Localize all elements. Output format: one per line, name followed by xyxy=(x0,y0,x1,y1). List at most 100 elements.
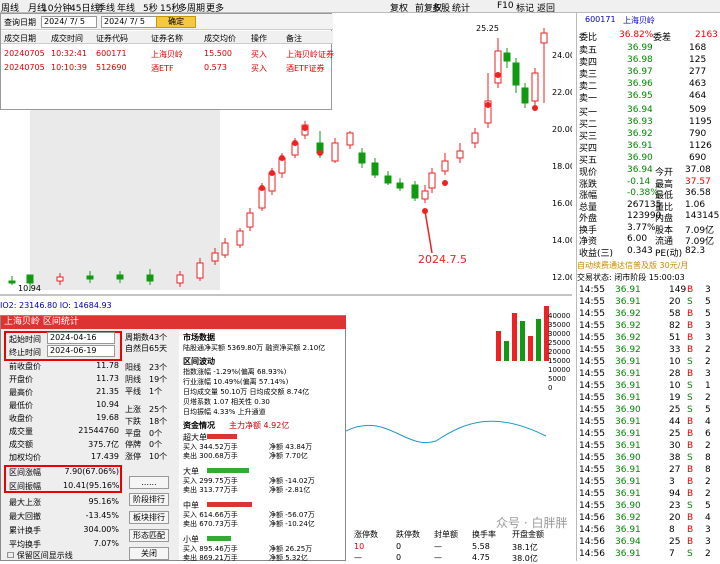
weibi-row: 委比 36.82% 委差 2163 xyxy=(577,30,720,43)
tick-row: 14:55 36.91 94 B 2 xyxy=(577,489,720,501)
stat-value: 7.07% xyxy=(93,539,119,548)
stat-value: 10.94 xyxy=(96,400,119,409)
band-line: 指数涨幅 -1.29%(偏离 68.93%) xyxy=(183,368,287,376)
tick-time: 14:55 xyxy=(579,453,605,463)
tick-volume: 3 xyxy=(669,477,675,487)
tick-row: 14:55 36.91 20 S 5 xyxy=(577,297,720,309)
stat-value: 375.7亿 xyxy=(88,440,119,449)
tick-count: 2 xyxy=(705,489,711,499)
signal-dot xyxy=(532,105,538,111)
band-line: 日均振幅 4.33% 上升通道 xyxy=(183,408,266,416)
weibi-label: 委比 xyxy=(579,33,598,43)
tick-side: S xyxy=(687,501,693,511)
bottom-header: 换手率 xyxy=(472,530,496,539)
tick-volume: 19 xyxy=(669,393,681,403)
query-date-end[interactable]: 2024/ 7/ 5 xyxy=(101,16,157,28)
show-line-checkbox[interactable]: ☐ 保留区间显示线 xyxy=(7,550,73,561)
tick-volume: 7 xyxy=(669,549,675,559)
volume-bar xyxy=(528,336,533,361)
tick-time: 14:55 xyxy=(579,285,605,295)
sell-row: 卖三 36.97 277 xyxy=(577,67,720,80)
fund-bar xyxy=(207,468,249,473)
query-header-5: 操作 xyxy=(251,34,267,43)
fund-sell: 卖出 313.77万手 xyxy=(183,486,238,494)
tick-side: B xyxy=(687,285,694,295)
query-date-start[interactable]: 2024/ 7/ 5 xyxy=(41,16,97,28)
candle-body xyxy=(211,252,219,262)
info-value2: 82.3 xyxy=(685,245,706,256)
info-label2: PE(动) xyxy=(655,248,683,259)
query-cell: 15.500 xyxy=(204,49,232,58)
stats-button-1[interactable]: 阶段排行 xyxy=(129,493,169,506)
info-value2: 36.58 xyxy=(685,188,711,198)
tick-volume: 33 xyxy=(669,345,681,355)
bottom-val: 0 xyxy=(396,542,402,551)
volume-tick: 25000 xyxy=(548,339,571,347)
mid-label: 平盘 xyxy=(125,429,141,438)
stats-button-0[interactable]: ...... xyxy=(129,476,169,489)
tick-price: 36.91 xyxy=(615,525,641,535)
fund-net-amt: 净额 5.32亿 xyxy=(269,554,308,562)
indicator-line xyxy=(345,420,547,444)
candle-body xyxy=(428,172,436,189)
mid-value: 19个 xyxy=(149,375,168,384)
interval-stats-dialog: 上海贝岭 区间统计 起始时间 2024-04-16 终止时间 2024-06-1… xyxy=(0,315,347,562)
stat-value: 17.439 xyxy=(91,452,119,461)
tick-price: 36.92 xyxy=(615,309,641,319)
query-header-4: 成交均价 xyxy=(204,34,236,43)
tick-count: 5 xyxy=(705,309,711,319)
signal-dot xyxy=(485,102,491,108)
tick-count: 4 xyxy=(705,417,711,427)
candle-body xyxy=(531,72,539,102)
tick-price: 36.91 xyxy=(615,429,641,439)
query-cell: 10:32:41 xyxy=(51,49,87,58)
signal-dot xyxy=(279,155,285,161)
stat-label: 收盘价 xyxy=(9,414,33,423)
query-cell: 买入 xyxy=(251,64,267,73)
candle-body xyxy=(331,142,339,162)
sell-volume: 168 xyxy=(689,43,707,53)
price-tick: 18.00 xyxy=(552,162,572,171)
tick-row: 14:55 36.90 25 S 5 xyxy=(577,405,720,417)
candle-body xyxy=(116,274,124,280)
tick-count: 2 xyxy=(705,345,711,355)
tick-side: B xyxy=(687,489,694,499)
volume-bar xyxy=(504,341,509,361)
start-date-input[interactable]: 2024-04-16 xyxy=(47,332,115,344)
stats-button-2[interactable]: 板块排行 xyxy=(129,511,169,524)
info-value2: 143145 xyxy=(685,211,720,221)
sell-row: 卖四 36.98 125 xyxy=(577,55,720,68)
notice[interactable]: 自动续费通达信普及版 30元/月 xyxy=(577,260,720,272)
stats-button-3[interactable]: 形态匹配 xyxy=(129,529,169,542)
tick-price: 36.90 xyxy=(615,405,641,415)
topbar-item-14[interactable]: F10 xyxy=(497,1,514,11)
mid-label: 自然日 xyxy=(125,344,149,353)
tick-row: 14:55 36.91 3 B 2 xyxy=(577,477,720,489)
stat-label: 最低价 xyxy=(9,401,33,410)
fund-bar xyxy=(207,536,231,541)
stock-name: 上海贝岭 xyxy=(623,16,655,25)
tick-price: 36.91 xyxy=(615,357,641,367)
candle-body xyxy=(384,175,392,184)
tick-price: 36.91 xyxy=(615,393,641,403)
query-cell: 20240705 xyxy=(4,63,45,72)
confirm-button[interactable]: 确定 xyxy=(156,16,196,28)
volume-tick: 40000 xyxy=(548,312,571,320)
mid-value: 0个 xyxy=(149,429,163,438)
end-date-input[interactable]: 2024-06-19 xyxy=(47,345,115,357)
price-tick: 24.00 xyxy=(552,51,572,60)
tick-side: B xyxy=(687,429,694,439)
query-cell: 0.573 xyxy=(204,63,227,72)
stats-button-4[interactable]: 关闭 xyxy=(129,547,169,560)
tick-row: 14:55 36.92 58 B 5 xyxy=(577,309,720,321)
signal-dot xyxy=(442,180,448,186)
mid-label: 涨停 xyxy=(125,452,141,461)
fund-sell: 卖出 300.68万手 xyxy=(183,452,238,460)
stats-market-column: 市场数据 陆股通净买额 5369.80万 融资净买额 2.10亿 区间波动 指数涨幅 … xyxy=(179,330,345,562)
tick-volume: 38 xyxy=(669,453,681,463)
stat-value: -13.45% xyxy=(85,511,119,520)
tick-count: 6 xyxy=(705,429,711,439)
stat-label: 平均换手 xyxy=(9,540,41,549)
info-value: 36.94 xyxy=(627,165,653,175)
tick-time: 14:56 xyxy=(579,525,605,535)
